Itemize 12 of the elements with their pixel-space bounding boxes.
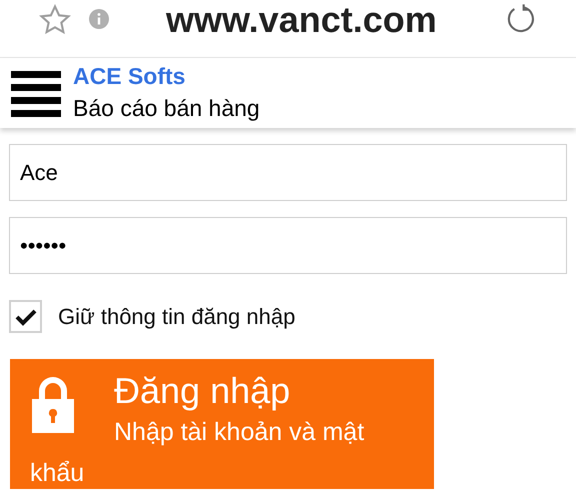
checkmark-icon — [14, 308, 36, 326]
page-subtitle: Báo cáo bán hàng — [73, 94, 260, 123]
star-icon[interactable] — [38, 3, 72, 37]
menu-icon[interactable] — [11, 69, 61, 117]
password-field[interactable]: •••••• — [9, 217, 567, 274]
remember-checkbox[interactable] — [9, 300, 42, 333]
lock-icon — [30, 375, 76, 433]
app-title: ACE Softs — [73, 62, 186, 91]
url-text[interactable]: www.vanct.com — [166, 0, 437, 40]
remember-label: Giữ thông tin đăng nhập — [58, 303, 296, 331]
username-field[interactable]: Ace — [9, 144, 567, 201]
reload-icon[interactable] — [505, 3, 537, 35]
